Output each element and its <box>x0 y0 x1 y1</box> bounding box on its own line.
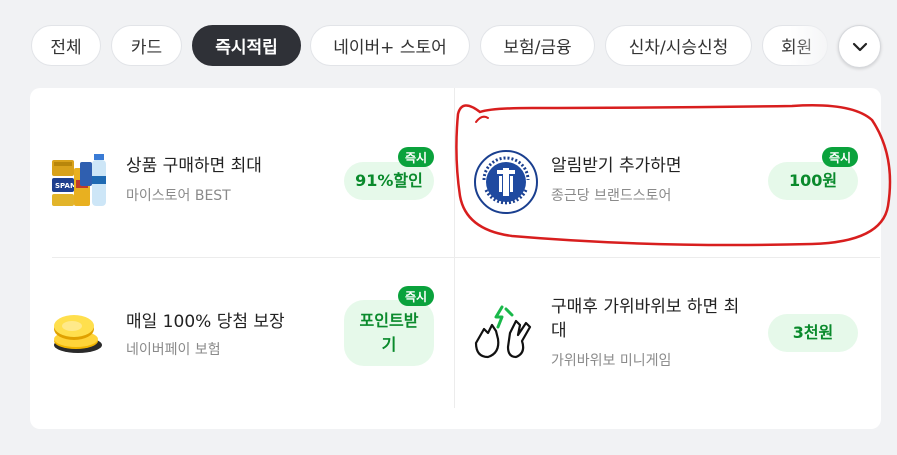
chong-kun-dang-logo <box>474 150 538 214</box>
tab-label: 신차/시승신청 <box>628 38 729 58</box>
tab-label: 네이버+ 스토어 <box>333 38 447 58</box>
reward-badge: 91%할인 <box>344 162 434 200</box>
offer-subtitle: 네이버페이 보험 <box>126 342 221 358</box>
grocery-products-icon: SPAM <box>50 152 106 208</box>
tab-new-car-test-drive[interactable]: 신차/시승신청 <box>605 25 752 66</box>
tab-label: 즉시적립 <box>215 38 278 58</box>
tab-card[interactable]: 카드 <box>111 25 182 66</box>
instant-badge: 즉시 <box>398 286 434 306</box>
offer-title: 구매후 가위바위보 하면 최대 <box>551 297 740 341</box>
tab-insurance-finance[interactable]: 보험/금융 <box>480 25 595 66</box>
offer-title: 상품 구매하면 최대 <box>126 156 262 176</box>
rock-paper-scissors-icon <box>470 303 540 363</box>
offers-panel <box>30 88 881 429</box>
tab-instant-points[interactable]: 즉시적립 <box>192 25 301 66</box>
tab-naver-plus-store[interactable]: 네이버+ 스토어 <box>310 25 470 66</box>
offer-title: 알림받기 추가하면 <box>551 156 682 176</box>
category-tabs: 전체 카드 즉시적립 네이버+ 스토어 보험/금융 신차/시승신청 회원 <box>0 0 897 88</box>
reward-badge: 100원 <box>768 162 858 200</box>
svg-text:SPAM: SPAM <box>55 182 77 190</box>
tab-label: 전체 <box>50 38 82 58</box>
horizontal-divider <box>52 257 880 258</box>
tabs-expand-button[interactable] <box>838 25 881 68</box>
reward-badge: 포인트받기 <box>344 300 434 366</box>
offer-subtitle: 마이스토어 BEST <box>126 188 231 204</box>
instant-badge: 즉시 <box>822 147 858 167</box>
tab-label: 보험/금융 <box>503 38 572 58</box>
tab-label: 카드 <box>130 38 163 58</box>
offer-subtitle: 종근당 브랜드스토어 <box>551 188 672 204</box>
instant-badge: 즉시 <box>398 147 434 167</box>
offer-title: 매일 100% 당첨 보장 <box>126 312 285 332</box>
chevron-down-icon <box>852 42 867 51</box>
tabs-fade <box>790 20 840 72</box>
offer-subtitle: 가위바위보 미니게임 <box>551 353 672 369</box>
gold-coins-icon <box>50 305 108 355</box>
vertical-divider <box>454 88 455 408</box>
tab-all[interactable]: 전체 <box>31 25 101 66</box>
reward-badge: 3천원 <box>768 314 858 352</box>
